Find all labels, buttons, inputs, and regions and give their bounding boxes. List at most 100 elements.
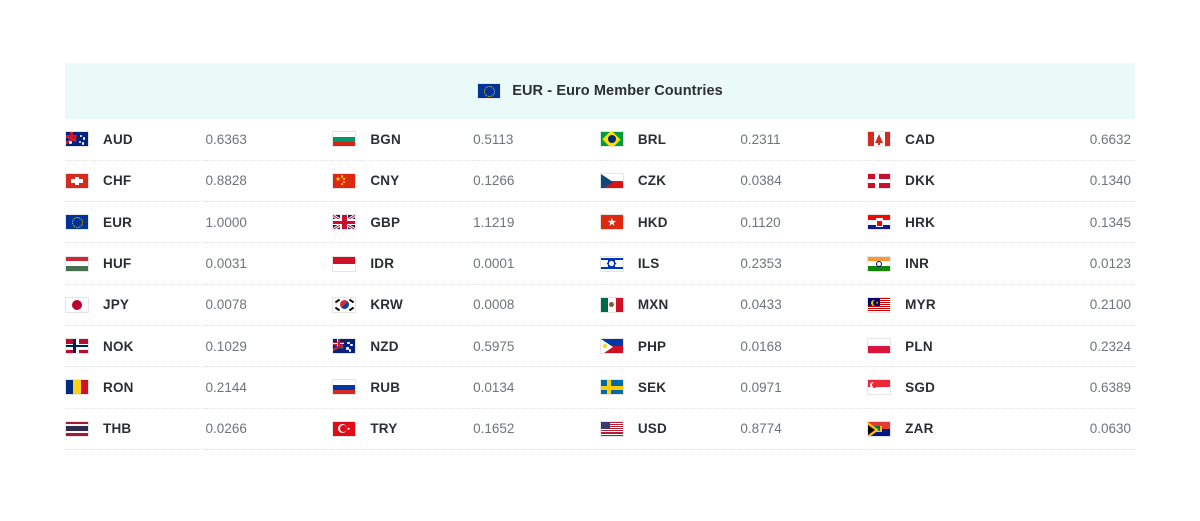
currency-code: MYR	[905, 297, 936, 313]
currency-cell-php[interactable]: PHP	[599, 325, 741, 368]
pl-flag-icon	[867, 338, 892, 355]
currency-cell-hrk[interactable]: HRK	[867, 201, 1008, 244]
currency-code: GBP	[370, 214, 401, 230]
rates-table-body: AUD 0.6363 BGN 0.5113 BRL 0.2311 CAD 0.6632 CHF 0…	[65, 119, 1135, 450]
rate-value-zar: 0.0630	[1007, 408, 1135, 450]
currency-cell-gbp[interactable]: GBP	[332, 201, 474, 244]
rate-value-sgd: 0.6389	[1007, 366, 1135, 409]
currency-cell-eur[interactable]: EUR	[65, 201, 206, 244]
currency-cell-try[interactable]: TRY	[332, 408, 474, 450]
currency-code: EUR	[103, 214, 133, 230]
rate-value-ils: 0.2353	[740, 242, 868, 285]
il-flag-icon	[599, 255, 624, 272]
currency-code: TRY	[370, 421, 398, 437]
currency-cell-aud[interactable]: AUD	[65, 119, 206, 161]
eu-flag-icon	[65, 214, 89, 231]
bg-flag-icon	[332, 131, 357, 148]
currency-code: KRW	[370, 297, 403, 313]
rate-value-idr: 0.0001	[473, 242, 600, 285]
currency-code: ILS	[637, 256, 660, 272]
currency-code: NZD	[370, 338, 399, 354]
currency-cell-nok[interactable]: NOK	[65, 325, 206, 368]
currency-cell-ils[interactable]: ILS	[599, 242, 741, 285]
rate-value-ron: 0.2144	[205, 366, 333, 409]
rate-value-dkk: 0.1340	[1007, 160, 1135, 203]
currency-cell-mxn[interactable]: MXN	[599, 284, 741, 326]
rate-value-brl: 0.2311	[740, 119, 868, 161]
currency-cell-czk[interactable]: CZK	[599, 160, 741, 203]
rate-value-pln: 0.2324	[1007, 325, 1135, 368]
currency-cell-inr[interactable]: INR	[867, 242, 1008, 285]
currency-cell-rub[interactable]: RUB	[332, 366, 474, 409]
currency-cell-huf[interactable]: HUF	[65, 242, 206, 285]
rate-value-try: 0.1652	[473, 408, 600, 450]
ph-flag-icon	[599, 338, 624, 355]
currency-code: MXN	[637, 297, 669, 313]
currency-code: IDR	[370, 256, 395, 272]
currency-cell-cny[interactable]: CNY	[332, 160, 474, 203]
currency-cell-sgd[interactable]: SGD	[867, 366, 1008, 409]
in-flag-icon	[867, 255, 892, 272]
rate-value-hkd: 0.1120	[740, 201, 868, 244]
rate-value-bgn: 0.5113	[473, 119, 600, 161]
currency-cell-hkd[interactable]: HKD	[599, 201, 741, 244]
rate-value-inr: 0.0123	[1007, 242, 1135, 285]
au-flag-icon	[65, 131, 89, 148]
rate-value-gbp: 1.1219	[473, 201, 600, 244]
cn-flag-icon	[332, 172, 357, 189]
currency-cell-ron[interactable]: RON	[65, 366, 206, 409]
hk-flag-icon	[599, 214, 624, 231]
mx-flag-icon	[599, 296, 624, 313]
rate-value-cny: 0.1266	[473, 160, 600, 203]
currency-cell-bgn[interactable]: BGN	[332, 119, 474, 161]
id-flag-icon	[332, 255, 357, 272]
currency-code: HKD	[637, 214, 668, 230]
currency-cell-myr[interactable]: MYR	[867, 284, 1008, 326]
rate-value-rub: 0.0134	[473, 366, 600, 409]
currency-cell-cad[interactable]: CAD	[867, 119, 1008, 161]
currency-cell-zar[interactable]: ZAR	[867, 408, 1008, 450]
currency-code: THB	[103, 421, 132, 437]
exchange-rates-page: EUR - Euro Member Countries AUD 0.6363 BGN…	[0, 0, 1200, 450]
kr-flag-icon	[332, 296, 357, 313]
table-row: HUF 0.0031 IDR 0.0001 ILS 0.2353 INR 0.0123	[65, 242, 1135, 285]
currency-cell-idr[interactable]: IDR	[332, 242, 474, 285]
currency-code: ZAR	[905, 421, 934, 437]
rate-value-huf: 0.0031	[205, 242, 333, 285]
rate-value-nok: 0.1029	[205, 325, 333, 368]
currency-code: DKK	[905, 173, 936, 189]
za-flag-icon	[867, 420, 892, 437]
dk-flag-icon	[867, 172, 892, 189]
currency-code: NOK	[103, 338, 134, 354]
currency-code: CAD	[905, 131, 936, 147]
currency-code: BRL	[637, 131, 667, 147]
ru-flag-icon	[332, 379, 357, 396]
jp-flag-icon	[65, 296, 89, 313]
table-row: AUD 0.6363 BGN 0.5113 BRL 0.2311 CAD 0.6632	[65, 119, 1135, 161]
rate-value-krw: 0.0008	[473, 284, 600, 326]
rate-value-sek: 0.0971	[740, 366, 868, 409]
currency-code: AUD	[103, 131, 133, 147]
br-flag-icon	[599, 131, 624, 148]
page-title: EUR - Euro Member Countries	[512, 83, 723, 99]
currency-cell-brl[interactable]: BRL	[599, 119, 741, 161]
us-flag-icon	[599, 420, 624, 437]
currency-code: RON	[103, 379, 134, 395]
currency-code: HUF	[103, 256, 132, 272]
rate-value-nzd: 0.5975	[473, 325, 600, 368]
currency-cell-thb[interactable]: THB	[65, 408, 206, 450]
currency-cell-dkk[interactable]: DKK	[867, 160, 1008, 203]
currency-code: PHP	[637, 338, 667, 354]
currency-cell-sek[interactable]: SEK	[599, 366, 741, 409]
currency-cell-usd[interactable]: USD	[599, 408, 741, 450]
rate-value-eur: 1.0000	[205, 201, 333, 244]
currency-cell-chf[interactable]: CHF	[65, 160, 206, 203]
currency-code: CZK	[637, 173, 667, 189]
currency-code: BGN	[370, 131, 401, 147]
currency-cell-pln[interactable]: PLN	[867, 325, 1008, 368]
currency-cell-jpy[interactable]: JPY	[65, 284, 206, 326]
currency-cell-nzd[interactable]: NZD	[332, 325, 474, 368]
eu-flag-icon	[477, 83, 502, 99]
currency-cell-krw[interactable]: KRW	[332, 284, 474, 326]
table-row: JPY 0.0078 KRW 0.0008 MXN 0.0433 MYR 0.2100	[65, 284, 1135, 326]
